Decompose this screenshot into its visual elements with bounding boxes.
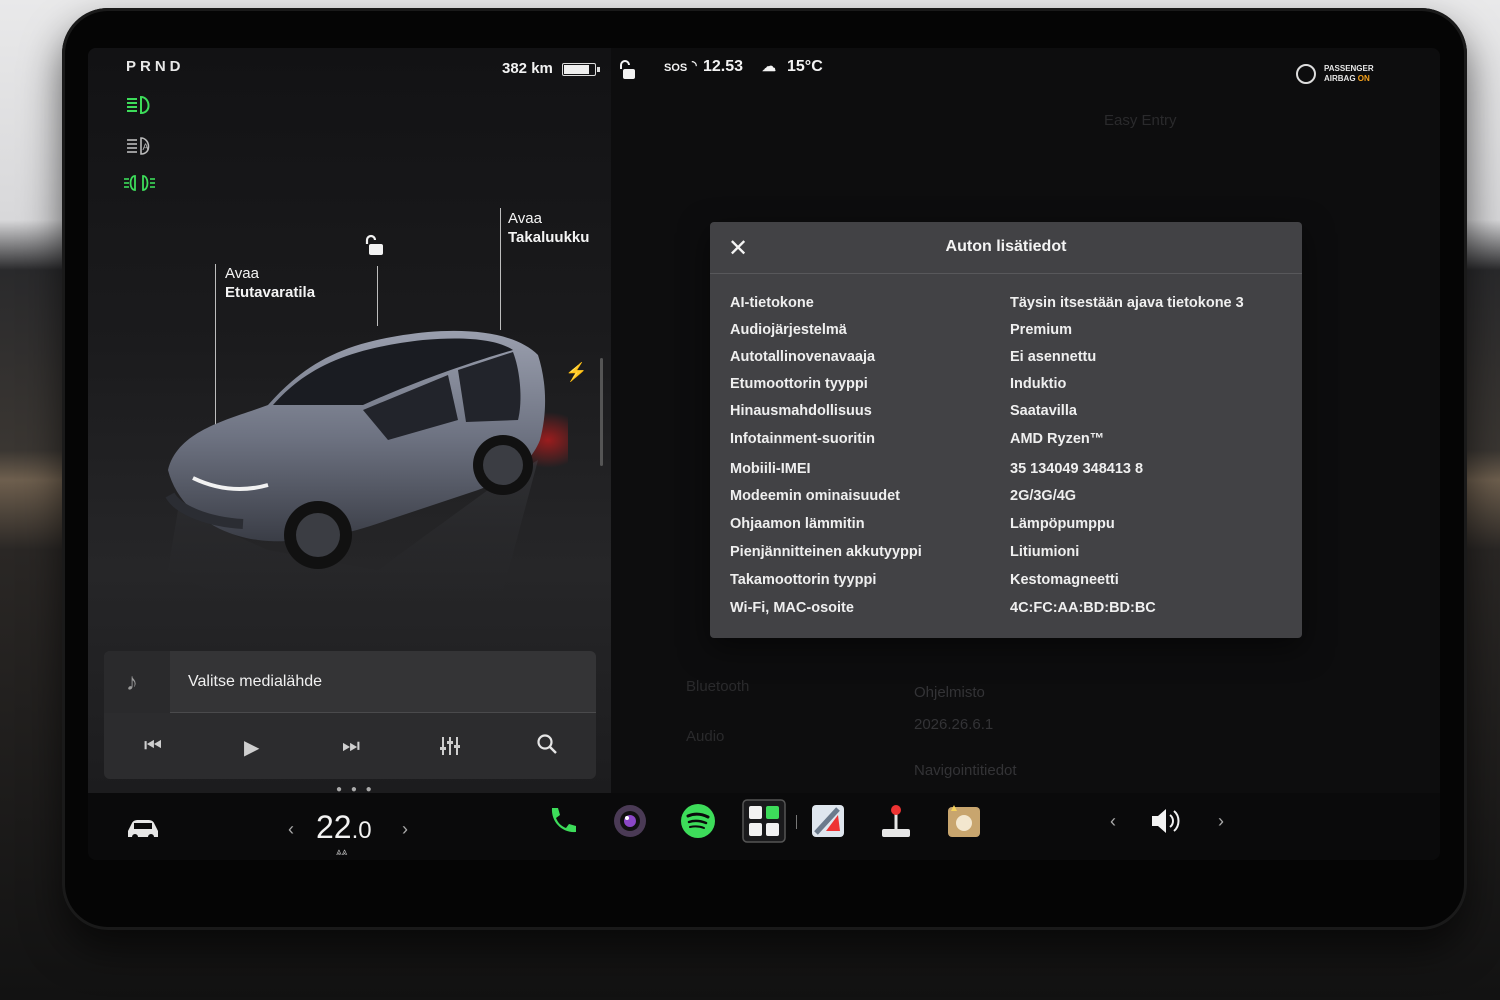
- detail-key: Audiojärjestelmä: [730, 322, 847, 338]
- media-player[interactable]: ♪ Valitse medialähde ⏮ ▶ ⏭: [104, 651, 596, 779]
- weather-cloud-icon: ☁: [762, 58, 776, 74]
- detail-row: Mobiili-IMEI 35 134049 348413 8: [730, 461, 1282, 481]
- temp-down-icon[interactable]: ‹: [288, 819, 294, 840]
- frunk-label-line1: Avaa: [225, 265, 259, 282]
- parking-lights-icon[interactable]: [124, 172, 156, 194]
- touchscreen: Easy Entry Bluetooth Audio Ohjelmisto 20…: [88, 48, 1440, 860]
- outside-temperature: 15°C: [787, 58, 823, 75]
- detail-key: Pienjännitteinen akkutyyppi: [730, 544, 922, 560]
- gear-selector: PRND: [126, 58, 185, 75]
- navigation-icon[interactable]: [808, 801, 848, 841]
- detail-row: Etumoottorin tyyppi Induktio: [730, 376, 1282, 396]
- detail-row: AI-tietokone Täysin itsestään ajava tieto…: [730, 295, 1282, 315]
- detail-row: Autotallinovenavaaja Ei asennettu: [730, 349, 1282, 369]
- detail-value: AMD Ryzen™: [1010, 431, 1105, 447]
- range-readout: 382 km: [502, 60, 553, 77]
- detail-value: Ei asennettu: [1010, 349, 1097, 365]
- previous-track-icon[interactable]: ⏮: [144, 735, 162, 758]
- svg-text:A: A: [143, 142, 149, 152]
- detail-value: Täysin itsestään ajava tietokone 3: [1010, 295, 1244, 311]
- bottom-dock: ‹ 22.0 › ⩓⩓ ‹ ›: [88, 793, 1440, 860]
- audio-menu-item[interactable]: Audio: [686, 728, 724, 745]
- bluetooth-menu-item[interactable]: Bluetooth: [686, 678, 749, 695]
- detail-value: Saatavilla: [1010, 403, 1077, 419]
- detail-key: Ohjaamon lämmitin: [730, 516, 865, 532]
- detail-row: Infotainment-suoritin AMD Ryzen™: [730, 431, 1282, 451]
- detail-value: 35 134049 348413 8: [1010, 461, 1144, 477]
- sos-indicator[interactable]: SOS: [664, 62, 687, 74]
- detail-key: Wi-Fi, MAC-osoite: [730, 600, 854, 616]
- temp-up-icon[interactable]: ›: [402, 819, 408, 840]
- detail-key: Hinausmahdollisuus: [730, 403, 872, 419]
- media-source-bar[interactable]: ♪ Valitse medialähde: [104, 651, 596, 713]
- music-note-icon: ♪: [126, 669, 138, 696]
- detail-value: 4C:FC:AA:BD:BD:BC: [1010, 600, 1156, 616]
- nav-info-label[interactable]: Navigointitiedot: [914, 762, 1017, 779]
- volume-icon[interactable]: [1146, 801, 1186, 841]
- passenger-airbag-indicator: PASSENGER AIRBAG ON: [1296, 62, 1386, 86]
- airbag-icon: [1296, 64, 1316, 84]
- clock: 12.53: [703, 58, 744, 75]
- battery-icon: [562, 63, 600, 76]
- charge-port-icon[interactable]: ⚡: [565, 362, 587, 383]
- frunk-label-line2: Etutavaratila: [225, 284, 316, 301]
- detail-value: Premium: [1010, 322, 1073, 338]
- detail-row: Ohjaamon lämmitin Lämpöpumppu: [730, 516, 1282, 536]
- unlock-icon[interactable]: [364, 234, 388, 258]
- detail-value: Lämpöpumppu: [1010, 516, 1115, 532]
- detail-row: Takamoottorin tyyppi Kestomagneetti: [730, 572, 1282, 592]
- detail-row: Hinausmahdollisuus Saatavilla: [730, 403, 1282, 423]
- detail-key: AI-tietokone: [730, 295, 814, 311]
- volume-left-icon[interactable]: ‹: [1110, 811, 1116, 832]
- detail-row: Modeemin ominaisuudet 2G/3G/4G: [730, 488, 1282, 508]
- vehicle-details-dialog: ✕ Auton lisätiedot AI-tietokone Täysin it…: [710, 222, 1302, 638]
- dock-divider: [796, 815, 797, 829]
- detail-key: Etumoottorin tyyppi: [730, 376, 868, 392]
- volume-right-icon[interactable]: ›: [1218, 811, 1224, 832]
- detail-row: Pienjännitteinen akkutyyppi Litiumioni: [730, 544, 1282, 564]
- equalizer-icon[interactable]: [438, 735, 462, 757]
- easy-entry-label[interactable]: Easy Entry: [1104, 112, 1177, 129]
- search-icon[interactable]: [536, 733, 558, 755]
- open-frunk-button[interactable]: Avaa Etutavaratila: [225, 264, 315, 302]
- media-source-label[interactable]: Valitse medialähde: [188, 673, 322, 691]
- detail-value: 2G/3G/4G: [1010, 488, 1077, 504]
- seat-heater-icon[interactable]: ⩓⩓: [336, 847, 347, 858]
- open-trunk-button[interactable]: Avaa Takaluukku: [508, 209, 589, 247]
- car-status-panel: PRND 382 km A Avaa Etutavaratila Avaa Ta…: [88, 48, 611, 795]
- signal-icon: ◝: [692, 58, 697, 72]
- detail-value: Kestomagneetti: [1010, 572, 1119, 588]
- next-track-icon[interactable]: ⏭: [342, 735, 360, 758]
- trunk-label-line2: Takaluukku: [508, 229, 590, 246]
- toybox-icon[interactable]: [876, 801, 916, 841]
- headlight-icon[interactable]: [124, 94, 156, 116]
- auto-highbeam-icon[interactable]: A: [124, 135, 156, 157]
- entertainment-icon[interactable]: [944, 801, 984, 841]
- software-heading: Ohjelmisto: [914, 684, 985, 701]
- detail-value: Induktio: [1010, 376, 1067, 392]
- spotify-icon[interactable]: [678, 801, 718, 841]
- panel-scrollbar[interactable]: [600, 358, 603, 466]
- lock-status-icon[interactable]: [620, 60, 638, 80]
- detail-key: Modeemin ominaisuudet: [730, 488, 900, 504]
- phone-icon[interactable]: [542, 801, 582, 841]
- dialog-header: ✕ Auton lisätiedot: [710, 222, 1302, 274]
- software-version: 2026.26.6.1: [914, 716, 994, 733]
- detail-key: Takamoottorin tyyppi: [730, 572, 877, 588]
- app-launcher-icon[interactable]: [742, 799, 786, 843]
- camera-icon[interactable]: [610, 801, 650, 841]
- detail-row: Wi-Fi, MAC-osoite 4C:FC:AA:BD:BD:BC: [730, 600, 1282, 620]
- trunk-label-line1: Avaa: [508, 210, 542, 227]
- dialog-title: Auton lisätiedot: [945, 238, 1067, 255]
- cabin-temperature[interactable]: 22.0: [316, 809, 372, 846]
- battery-level: [564, 65, 589, 74]
- play-icon[interactable]: ▶: [244, 735, 259, 760]
- detail-row: Audiojärjestelmä Premium: [730, 322, 1282, 342]
- detail-value: Litiumioni: [1010, 544, 1080, 560]
- detail-key: Infotainment-suoritin: [730, 431, 875, 447]
- car-icon[interactable]: [124, 817, 162, 841]
- detail-key: Autotallinovenavaaja: [730, 349, 876, 365]
- car-illustration: [165, 330, 568, 620]
- detail-key: Mobiili-IMEI: [730, 461, 811, 477]
